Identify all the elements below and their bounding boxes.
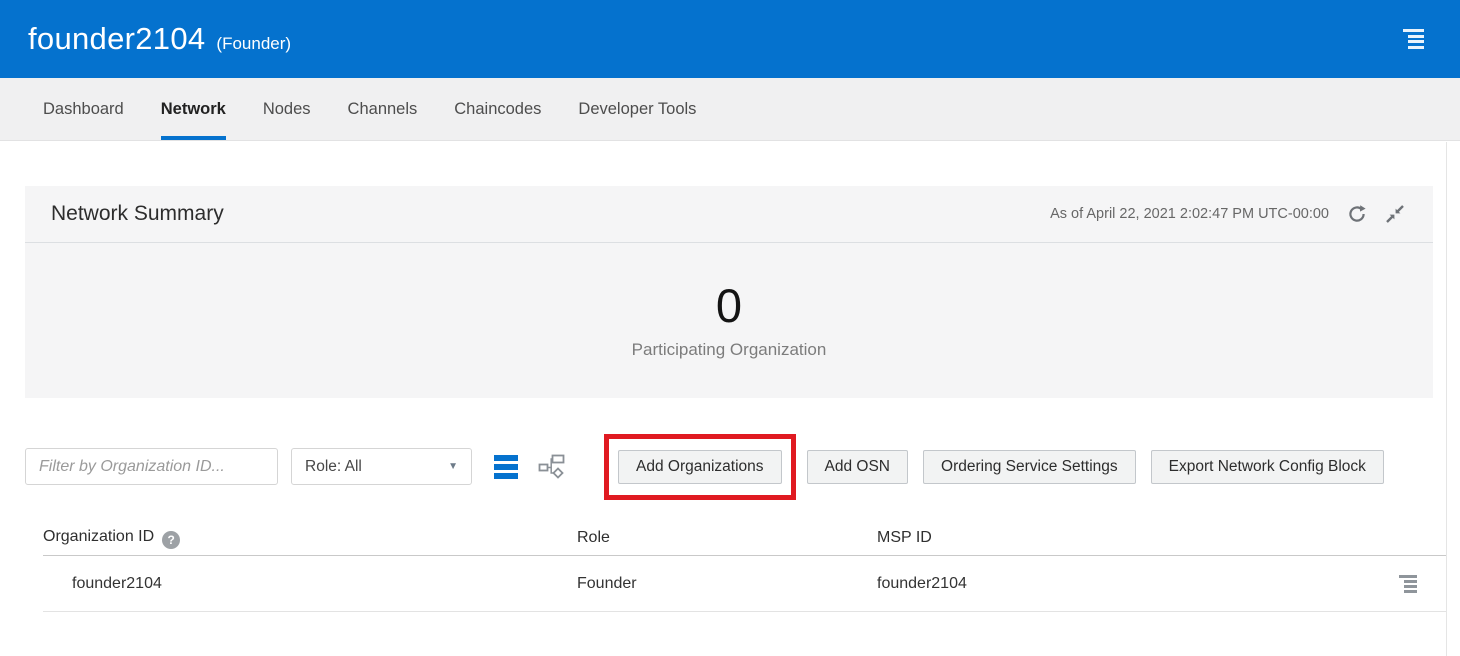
annotation-highlight: Add Organizations bbox=[604, 434, 796, 500]
network-summary-panel: Network Summary As of April 22, 2021 2:0… bbox=[25, 186, 1433, 398]
menu-icon-bar bbox=[1408, 35, 1424, 38]
row-menu-icon-bar bbox=[1404, 590, 1417, 593]
menu-icon-bar bbox=[1408, 40, 1424, 43]
column-header-role: Role bbox=[577, 529, 877, 547]
cell-organization-id: founder2104 bbox=[43, 575, 577, 593]
list-view-icon-bar bbox=[494, 464, 518, 470]
topology-view-icon[interactable] bbox=[537, 454, 565, 480]
tab-dashboard[interactable]: Dashboard bbox=[43, 78, 124, 140]
organizations-table: Organization ID? Role MSP ID founder2104… bbox=[25, 521, 1447, 612]
app-title: founder2104 bbox=[28, 21, 205, 57]
tab-network[interactable]: Network bbox=[161, 78, 226, 140]
column-header-label: Organization ID bbox=[43, 528, 154, 545]
panel-header-actions: As of April 22, 2021 2:02:47 PM UTC-00:0… bbox=[1050, 202, 1407, 226]
network-summary-body: 0 Participating Organization bbox=[25, 243, 1433, 398]
panel-title: Network Summary bbox=[51, 202, 224, 226]
menu-icon-bar bbox=[1408, 46, 1424, 49]
table-header-row: Organization ID? Role MSP ID bbox=[43, 521, 1447, 556]
menu-icon[interactable] bbox=[1401, 25, 1426, 53]
tab-channels[interactable]: Channels bbox=[348, 78, 418, 140]
chevron-down-icon: ▼ bbox=[448, 461, 458, 472]
organizations-toolbar: Role: All ▼ Add Organizations Add OSN bbox=[25, 448, 1433, 485]
cell-msp-id: founder2104 bbox=[877, 575, 1399, 593]
as-of-timestamp: As of April 22, 2021 2:02:47 PM UTC-00:0… bbox=[1050, 206, 1329, 222]
question-mark-icon[interactable]: ? bbox=[162, 531, 180, 549]
list-view-icon-bar bbox=[494, 473, 518, 479]
role-filter-select[interactable]: Role: All ▼ bbox=[291, 448, 472, 485]
view-toggle-group bbox=[494, 454, 565, 480]
list-view-icon-bar bbox=[494, 455, 518, 461]
list-view-icon[interactable] bbox=[494, 455, 518, 479]
collapse-icon[interactable] bbox=[1383, 202, 1407, 226]
export-network-config-block-button[interactable]: Export Network Config Block bbox=[1151, 450, 1384, 484]
cell-role: Founder bbox=[577, 575, 877, 593]
participating-organization-metric: 0 Participating Organization bbox=[632, 282, 827, 360]
cell-actions bbox=[1399, 575, 1447, 593]
filter-input[interactable] bbox=[25, 448, 278, 485]
ordering-service-settings-button[interactable]: Ordering Service Settings bbox=[923, 450, 1136, 484]
network-summary-header: Network Summary As of April 22, 2021 2:0… bbox=[25, 186, 1433, 243]
add-organizations-button[interactable]: Add Organizations bbox=[618, 450, 782, 484]
add-osn-button[interactable]: Add OSN bbox=[807, 450, 908, 484]
refresh-icon[interactable] bbox=[1345, 202, 1369, 226]
app-header: founder2104 (Founder) bbox=[0, 0, 1460, 78]
table-row[interactable]: founder2104 Founder founder2104 bbox=[43, 556, 1447, 612]
tab-nodes[interactable]: Nodes bbox=[263, 78, 311, 140]
row-menu-icon-bar bbox=[1404, 585, 1417, 588]
row-menu-icon-bar bbox=[1399, 575, 1417, 578]
main-content: Network Summary As of April 22, 2021 2:0… bbox=[0, 186, 1460, 612]
content-right-edge-divider bbox=[1446, 142, 1447, 656]
tab-developer-tools[interactable]: Developer Tools bbox=[578, 78, 696, 140]
tab-chaincodes[interactable]: Chaincodes bbox=[454, 78, 541, 140]
menu-icon-bar bbox=[1403, 29, 1424, 32]
column-header-organization-id: Organization ID? bbox=[43, 528, 577, 549]
app-title-group: founder2104 (Founder) bbox=[28, 21, 291, 57]
metric-value: 0 bbox=[632, 282, 827, 329]
row-menu-icon[interactable] bbox=[1399, 575, 1417, 593]
app-subtitle: (Founder) bbox=[216, 34, 291, 54]
column-header-msp-id: MSP ID bbox=[877, 529, 1399, 547]
tab-bar: Dashboard Network Nodes Channels Chainco… bbox=[0, 78, 1460, 141]
role-filter-value: Role: All bbox=[305, 458, 362, 476]
metric-label: Participating Organization bbox=[632, 340, 827, 360]
row-menu-icon-bar bbox=[1404, 580, 1417, 583]
